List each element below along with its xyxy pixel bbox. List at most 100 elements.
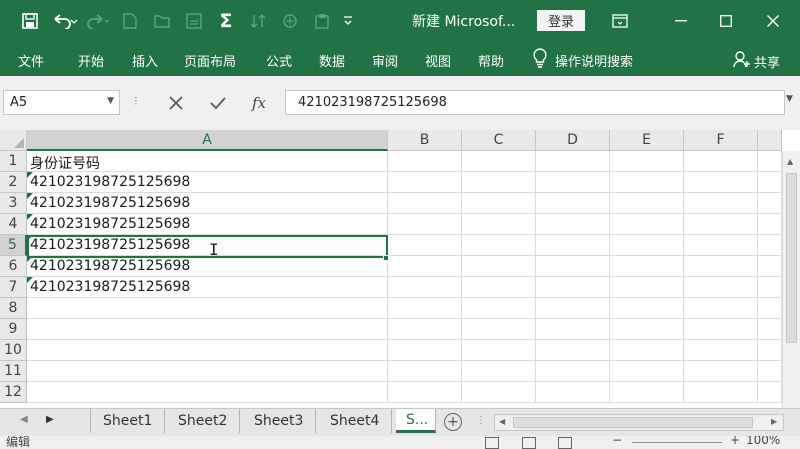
empty-cell[interactable]	[536, 382, 610, 403]
sheet-tab-sheet1[interactable]: Sheet1	[90, 409, 166, 433]
expand-formula-bar-icon[interactable]: ▼	[786, 94, 793, 104]
column-header-c[interactable]: C	[462, 130, 536, 151]
empty-cell[interactable]	[758, 361, 782, 382]
empty-cell[interactable]	[462, 193, 536, 214]
normal-view-icon[interactable]	[485, 437, 499, 449]
empty-cell[interactable]	[610, 361, 684, 382]
error-indicator-icon[interactable]	[27, 277, 33, 283]
customize-toolbar-icon[interactable]	[338, 0, 358, 42]
tab-home[interactable]: 开始	[78, 51, 104, 70]
column-header-e[interactable]: E	[610, 130, 684, 151]
row-header[interactable]: 8	[0, 298, 27, 319]
empty-cell[interactable]	[536, 151, 610, 172]
zoom-level[interactable]: 100%	[746, 436, 780, 447]
name-box[interactable]: A5 ▼	[3, 90, 120, 115]
horizontal-scroll-thumb[interactable]	[513, 417, 753, 428]
empty-cell[interactable]	[27, 382, 388, 403]
empty-cell[interactable]	[610, 151, 684, 172]
empty-cell[interactable]	[610, 298, 684, 319]
empty-cell[interactable]	[388, 319, 462, 340]
empty-cell[interactable]	[684, 256, 758, 277]
ribbon-display-options-icon[interactable]	[597, 0, 643, 42]
confirm-entry-icon[interactable]	[200, 90, 236, 115]
column-header-b[interactable]: B	[388, 130, 462, 151]
name-box-dropdown-icon[interactable]: ▼	[107, 96, 114, 106]
tell-me-search[interactable]: 操作说明搜索	[533, 48, 633, 72]
empty-cell[interactable]	[388, 298, 462, 319]
empty-cell[interactable]	[758, 319, 782, 340]
column-header-f[interactable]: F	[684, 130, 758, 151]
empty-cell[interactable]	[388, 214, 462, 235]
empty-cell[interactable]	[462, 214, 536, 235]
empty-cell[interactable]	[536, 172, 610, 193]
empty-cell[interactable]	[462, 151, 536, 172]
empty-cell[interactable]	[758, 277, 782, 298]
sheet-tab-sheet2[interactable]: Sheet2	[166, 409, 241, 433]
empty-cell[interactable]	[610, 214, 684, 235]
empty-cell[interactable]	[684, 151, 758, 172]
empty-cell[interactable]	[388, 172, 462, 193]
empty-cell[interactable]	[758, 340, 782, 361]
empty-cell[interactable]	[462, 235, 536, 256]
formula-input[interactable]: 421023198725125698	[285, 90, 785, 115]
tab-file[interactable]: 文件	[18, 51, 44, 70]
fill-handle[interactable]	[383, 255, 389, 261]
horizontal-scrollbar[interactable]: ◀ ▶	[494, 414, 784, 431]
empty-cell[interactable]	[758, 214, 782, 235]
select-all-button[interactable]	[0, 130, 27, 151]
empty-cell[interactable]	[462, 277, 536, 298]
sheet-tab-active[interactable]: S...	[396, 409, 436, 433]
empty-cell[interactable]	[684, 277, 758, 298]
empty-cell[interactable]	[27, 340, 388, 361]
empty-cell[interactable]	[610, 193, 684, 214]
empty-cell[interactable]	[536, 298, 610, 319]
redo-icon[interactable]	[84, 0, 114, 42]
empty-cell[interactable]	[684, 193, 758, 214]
empty-cell[interactable]	[610, 256, 684, 277]
empty-cell[interactable]	[684, 235, 758, 256]
empty-cell[interactable]	[684, 172, 758, 193]
empty-cell[interactable]	[758, 235, 782, 256]
row-header[interactable]: 12	[0, 382, 27, 403]
error-indicator-icon[interactable]	[27, 256, 33, 262]
empty-cell[interactable]	[462, 340, 536, 361]
row-header[interactable]: 10	[0, 340, 27, 361]
empty-cell[interactable]	[388, 151, 462, 172]
tab-review[interactable]: 审阅	[372, 51, 398, 70]
tab-page-layout[interactable]: 页面布局	[184, 51, 236, 70]
cell-a3[interactable]: 421023198725125698	[27, 193, 388, 214]
empty-cell[interactable]	[758, 151, 782, 172]
empty-cell[interactable]	[536, 361, 610, 382]
maximize-icon[interactable]	[703, 0, 749, 42]
insert-function-icon[interactable]: fx	[241, 90, 277, 115]
error-indicator-icon[interactable]	[27, 193, 33, 199]
add-sheet-icon[interactable]: +	[444, 413, 462, 431]
empty-cell[interactable]	[610, 382, 684, 403]
undo-icon[interactable]	[46, 0, 84, 42]
zoom-slider[interactable]	[632, 442, 722, 443]
row-header[interactable]: 11	[0, 361, 27, 382]
row-header[interactable]: 2	[0, 172, 27, 193]
empty-cell[interactable]	[388, 256, 462, 277]
empty-cell[interactable]	[462, 256, 536, 277]
row-header[interactable]: 9	[0, 319, 27, 340]
tab-data[interactable]: 数据	[319, 51, 345, 70]
empty-cell[interactable]	[388, 235, 462, 256]
cell-a4[interactable]: 421023198725125698	[27, 214, 388, 235]
vertical-scroll-thumb[interactable]	[786, 173, 797, 343]
worksheet-grid[interactable]: A B C D E F 1 2 3 4 5 6 7 8 9 10 11 12 身…	[0, 130, 800, 408]
empty-cell[interactable]	[462, 172, 536, 193]
save-icon[interactable]	[14, 0, 46, 42]
sheet-tab-sheet4[interactable]: Sheet4	[318, 409, 393, 433]
touch-mode-icon[interactable]	[274, 0, 306, 42]
row-header[interactable]: 5	[0, 235, 27, 256]
empty-cell[interactable]	[684, 340, 758, 361]
column-header-a[interactable]: A	[27, 130, 388, 151]
empty-cell[interactable]	[684, 298, 758, 319]
empty-cell[interactable]	[388, 340, 462, 361]
tab-insert[interactable]: 插入	[132, 51, 158, 70]
autosum-icon[interactable]: Σ	[210, 0, 242, 42]
empty-cell[interactable]	[610, 277, 684, 298]
sheet-tab-sheet3[interactable]: Sheet3	[242, 409, 317, 433]
empty-cell[interactable]	[462, 298, 536, 319]
